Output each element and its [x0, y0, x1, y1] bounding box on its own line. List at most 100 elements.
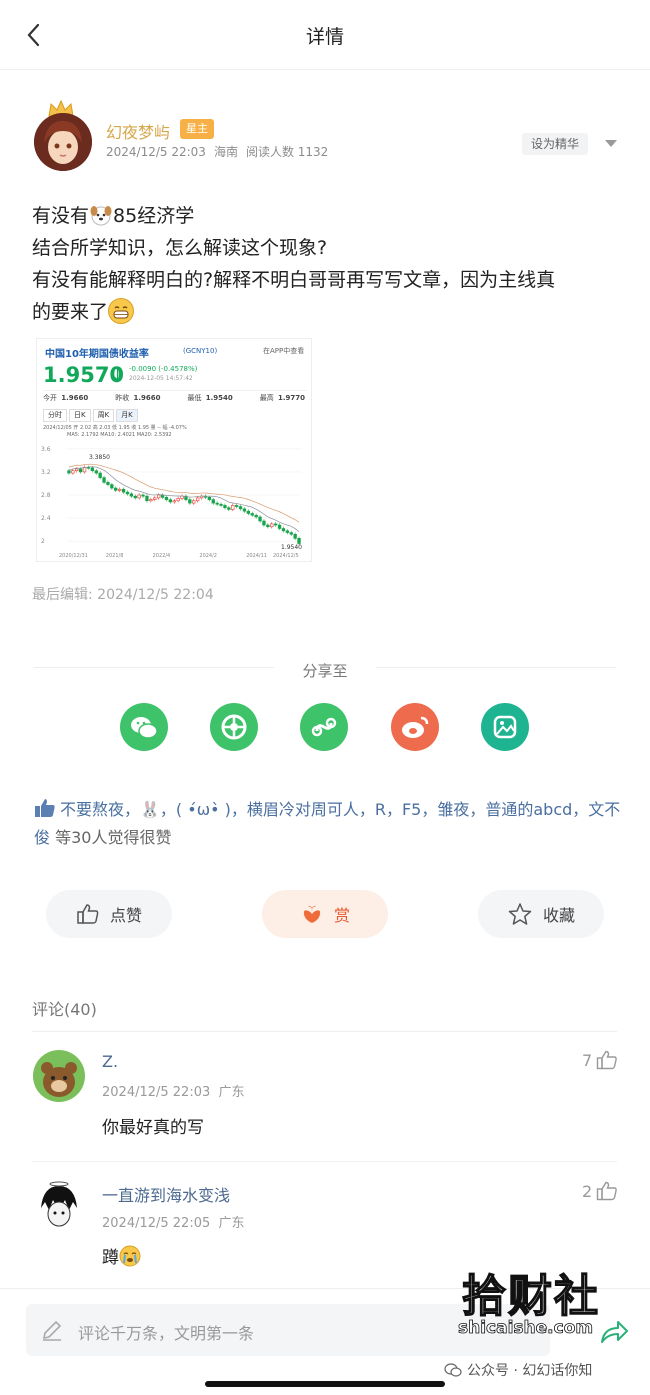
reward-button[interactable]: 赏	[262, 890, 388, 938]
weibo-icon[interactable]	[391, 703, 439, 751]
candle-body	[273, 523, 278, 526]
star-icon	[508, 903, 532, 925]
set-featured-button[interactable]: 设为精华	[522, 133, 588, 155]
candle-body	[141, 494, 145, 497]
candle-body	[164, 497, 169, 500]
chart-time: 2024-12-05 14:57:42	[129, 375, 193, 382]
high-label: 3.3850	[89, 454, 110, 461]
page-title: 详情	[305, 26, 344, 48]
candle-body	[215, 502, 219, 505]
candle-body	[195, 497, 200, 502]
x-tick-label: 2024/11	[246, 553, 267, 559]
chart-app-link[interactable]: 在APP中查看	[263, 346, 304, 356]
home-indicator	[205, 1381, 445, 1387]
comment-meta: 2024/12/5 22:05 广东	[102, 1216, 245, 1231]
divider	[32, 1161, 617, 1162]
comment-like-button[interactable]: 2	[582, 1181, 618, 1201]
post-body: 有没有 85经济学 结合所学知识，怎么解读这个现象? 有没有能解释明白的?解释不明…	[32, 200, 622, 328]
candle-body	[242, 508, 247, 512]
bond-yield-chart[interactable]: 中国10年期国债收益率 (GCNY10) 在APP中查看 1.9570 ↓ -0…	[36, 338, 312, 562]
candle-body	[211, 499, 215, 504]
chart-tab[interactable]: 周K	[92, 409, 115, 422]
comment-text: 蹲	[102, 1243, 141, 1268]
commenter-avatar[interactable]	[33, 1050, 85, 1102]
comments-title: 评论(40)	[32, 1000, 97, 1019]
comment-like-button[interactable]: 7	[582, 1050, 618, 1070]
candle-body	[231, 505, 235, 510]
candle-body	[258, 516, 262, 522]
y-tick-label: 3.2	[41, 469, 51, 476]
author-avatar[interactable]	[34, 113, 92, 171]
commenter-name[interactable]: Z.	[102, 1052, 118, 1071]
comment-placeholder: 评论千万条，文明第一条	[78, 1324, 255, 1343]
chart-tab[interactable]: 日K	[69, 409, 91, 422]
thumbs-up-icon	[596, 1050, 617, 1070]
y-tick-label: 3.6	[41, 446, 51, 453]
candle-body	[94, 470, 98, 474]
x-tick-label: 2021/8	[106, 553, 124, 559]
down-arrow-icon: ↓	[110, 365, 126, 386]
candle-body	[78, 468, 83, 473]
x-tick-label: 2024/2	[199, 553, 217, 559]
flower-icon	[303, 906, 321, 923]
candle-body	[117, 488, 122, 491]
share-arrow-icon[interactable]	[598, 1316, 630, 1346]
last-edited: 最后编辑: 2024/12/5 22:04	[32, 587, 214, 603]
official-account-label: 公众号 · 幻幻话你知	[444, 1360, 592, 1380]
ma-line	[68, 463, 300, 523]
candle-body	[207, 497, 212, 500]
x-tick-label: 2024/12/5	[273, 553, 299, 559]
post-location: 海南	[213, 145, 238, 159]
candle-body	[106, 481, 110, 485]
x-tick-label: 2020/12/31	[59, 553, 88, 559]
thumbs-up-icon	[596, 1181, 617, 1201]
miniprogram-icon[interactable]	[300, 703, 348, 751]
chart-code: (GCNY10)	[183, 347, 218, 355]
like-button[interactable]: 点赞	[46, 890, 172, 938]
post-reads: 阅读人数 1132	[245, 145, 329, 159]
candle-body	[289, 532, 293, 535]
grin-face-icon	[108, 298, 135, 324]
candle-body	[125, 491, 130, 495]
post-date: 2024/12/5 22:03	[106, 145, 206, 159]
candle-body	[246, 510, 251, 514]
candle-body	[153, 497, 157, 500]
candle-body	[75, 468, 79, 472]
candle-body	[266, 524, 270, 528]
candle-body	[133, 495, 137, 499]
top-header: 详情	[0, 0, 650, 70]
candlestick-plot: 3.6 3.2 2.8 2.4 2 3.3850 1.9540 2020/12/31 2021/…	[41, 446, 302, 559]
author-name[interactable]: 幻夜梦屿	[106, 119, 170, 143]
commenter-avatar[interactable]	[33, 1180, 85, 1232]
candle-body	[270, 523, 274, 528]
candle-body	[129, 493, 134, 497]
chart-tab-active[interactable]: 月K	[116, 409, 138, 422]
post-meta: 2024/12/5 22:03 海南 阅读人数 1132	[106, 143, 336, 160]
share-label: 分享至	[302, 662, 348, 680]
chart-tabs[interactable]: 分时 日K 周K 月K	[43, 409, 138, 422]
candle-body	[71, 470, 75, 474]
candle-body	[188, 499, 192, 504]
candle-body	[285, 530, 290, 533]
y-tick-label: 2.4	[41, 515, 51, 522]
chart-stats: 今开 1.9660 昨收 1.9660 最低 1.9540 最高 1.9770	[43, 390, 307, 403]
divider	[32, 1031, 617, 1032]
candle-body	[98, 472, 102, 478]
qzone-icon[interactable]	[481, 703, 529, 751]
candle-body	[219, 503, 223, 506]
candle-body	[90, 467, 95, 472]
favorite-button[interactable]: 收藏	[478, 890, 604, 938]
candle-body	[281, 528, 286, 532]
commenter-name[interactable]: 一直游到海水变浅	[102, 1182, 230, 1206]
like-list: 不要熬夜，🐰，( •́ω•̀ )，横眉冷对周可人，R，F5，雏夜，普通的abcd…	[34, 796, 624, 852]
wechat-icon[interactable]	[120, 703, 168, 751]
moments-icon[interactable]	[210, 703, 258, 751]
chart-tab[interactable]: 分时	[43, 409, 67, 422]
thumbs-up-icon	[77, 904, 99, 924]
more-caret-icon[interactable]	[605, 140, 617, 147]
wechat-icon	[444, 1363, 462, 1377]
candle-body	[156, 494, 161, 499]
candle-body	[102, 477, 106, 483]
chart-ohlc: 2024/12/05 开 2.02 高 2.03 低 1.95 收 1.95 量…	[43, 425, 187, 431]
chart-ma: MA5: 2.1792 MA10: 2.4021 MA20: 2.5392	[67, 432, 172, 438]
